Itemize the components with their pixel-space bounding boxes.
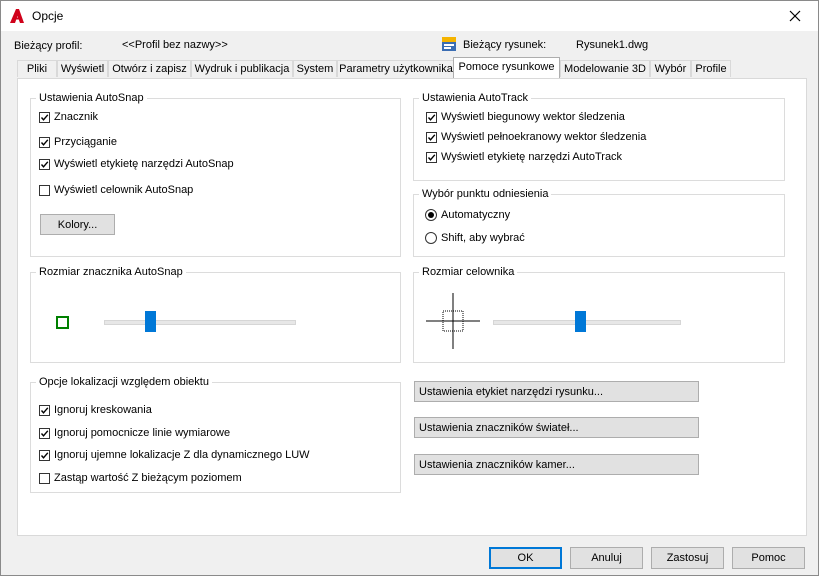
checkbox-label: Ignoruj ujemne lokalizacje Z dla dynamic… [54, 449, 310, 461]
marker-size-group-title: Rozmiar znacznika AutoSnap [39, 266, 183, 278]
checkbox-box[interactable] [39, 184, 50, 196]
checkbox-box[interactable] [39, 111, 50, 123]
marker-preview [56, 316, 69, 329]
checkbox-label: Ignoruj kreskowania [54, 404, 152, 416]
tab-wyswietl[interactable]: Wyświetl [57, 60, 108, 77]
window-title: Opcje [32, 9, 64, 23]
point-selection-group-title: Wybór punktu odniesienia [422, 188, 549, 200]
checkbox-ignore-negative-z[interactable]: Ignoruj ujemne lokalizacje Z dla dynamic… [39, 449, 310, 461]
radio-selected-dot [428, 212, 434, 218]
checkbox-ignore-extension-lines[interactable]: Ignoruj pomocnicze linie wymiarowe [39, 427, 230, 439]
autosnap-group-title: Ustawienia AutoSnap [39, 92, 144, 104]
checkbox-label: Ignoruj pomocnicze linie wymiarowe [54, 427, 231, 439]
tab-wydruk-i-publikacja[interactable]: Wydruk i publikacja [191, 60, 293, 77]
tab-system[interactable]: System [293, 60, 337, 77]
checkbox-label: Zastąp wartość Z bieżącym poziomem [54, 472, 242, 484]
checkbox-box[interactable] [39, 158, 50, 170]
slider-thumb[interactable] [145, 311, 156, 332]
tab-wybor[interactable]: Wybór [650, 60, 691, 77]
tab-otworz-i-zapisz[interactable]: Otwórz i zapisz [108, 60, 191, 77]
checkbox-ignore-hatch[interactable]: Ignoruj kreskowania [39, 404, 152, 416]
radio-button[interactable] [425, 232, 437, 244]
checkmark-icon [40, 406, 49, 414]
help-button[interactable]: Pomoc [732, 547, 805, 569]
tab-profile[interactable]: Profile [691, 60, 731, 77]
tab-parametry-uzytkownika[interactable]: Parametry użytkownika [337, 60, 455, 77]
close-icon [789, 10, 801, 22]
tab-panel-pomoce-rysunkowe: Ustawienia AutoSnap Znacznik Przyciągani… [17, 78, 807, 536]
slider-thumb[interactable] [575, 311, 586, 332]
checkbox-polar-tracking[interactable]: Wyświetl biegunowy wektor śledzenia [426, 111, 625, 123]
drawing-icon [442, 37, 456, 51]
close-button[interactable] [772, 1, 818, 31]
point-selection-group: Wybór punktu odniesienia [413, 188, 785, 257]
colors-button[interactable]: Kolory... [40, 214, 115, 235]
checkbox-znacznik[interactable]: Znacznik [39, 111, 98, 123]
drawing-value: Rysunek1.dwg [576, 39, 649, 51]
aperture-size-group-title: Rozmiar celownika [422, 266, 515, 278]
checkbox-label: Wyświetl biegunowy wektor śledzenia [441, 111, 625, 123]
cameras-glyph-settings-button[interactable]: Ustawienia znaczników kamer... [414, 454, 699, 475]
options-dialog: Opcje Bieżący profil: <<Profil bez nazwy… [0, 0, 819, 576]
checkmark-icon [427, 133, 436, 141]
checkbox-box[interactable] [426, 111, 437, 123]
checkbox-box[interactable] [39, 136, 50, 148]
aperture-size-slider[interactable] [493, 310, 683, 334]
radio-label: Automatyczny [441, 209, 511, 221]
ok-button[interactable]: OK [489, 547, 562, 569]
autocad-logo-icon [10, 9, 24, 23]
object-snap-group-title: Opcje lokalizacji względem obiektu [39, 376, 209, 388]
tab-modelowanie-3d[interactable]: Modelowanie 3D [560, 60, 650, 77]
checkbox-box[interactable] [426, 131, 437, 143]
radio-label: Shift, aby wybrać [441, 232, 525, 244]
checkbox-label: Wyświetl pełnoekranowy wektor śledzenia [441, 131, 647, 143]
radio-automatic[interactable]: Automatyczny [425, 209, 510, 221]
checkbox-box[interactable] [39, 427, 50, 439]
tooltip-settings-button[interactable]: Ustawienia etykiet narzędzi rysunku... [414, 381, 699, 402]
checkbox-autotrack-tooltip[interactable]: Wyświetl etykietę narzędzi AutoTrack [426, 151, 622, 163]
checkmark-icon [40, 429, 49, 437]
checkbox-label: Przyciąganie [54, 136, 117, 148]
checkbox-label: Wyświetl etykietę narzędzi AutoSnap [54, 158, 234, 170]
aperture-preview-icon [426, 293, 480, 349]
checkmark-icon [427, 113, 436, 121]
slider-track[interactable] [104, 320, 296, 325]
checkmark-icon [427, 153, 436, 161]
checkbox-box[interactable] [39, 404, 50, 416]
autotrack-group-title: Ustawienia AutoTrack [422, 92, 528, 104]
checkbox-label: Wyświetl etykietę narzędzi AutoTrack [441, 151, 623, 163]
checkbox-fullscreen-tracking[interactable]: Wyświetl pełnoekranowy wektor śledzenia [426, 131, 646, 143]
checkbox-box[interactable] [39, 472, 50, 484]
tab-pomoce-rysunkowe[interactable]: Pomoce rysunkowe [453, 57, 560, 78]
checkbox-replace-z[interactable]: Zastąp wartość Z bieżącym poziomem [39, 472, 242, 484]
lights-glyph-settings-button[interactable]: Ustawienia znaczników świateł... [414, 417, 699, 438]
radio-button[interactable] [425, 209, 437, 221]
checkbox-box[interactable] [39, 449, 50, 461]
profile-value: <<Profil bez nazwy>> [122, 39, 228, 51]
radio-shift[interactable]: Shift, aby wybrać [425, 232, 525, 244]
checkbox-autosnap-tooltip[interactable]: Wyświetl etykietę narzędzi AutoSnap [39, 158, 234, 170]
checkbox-box[interactable] [426, 151, 437, 163]
title-bar[interactable]: Opcje [1, 1, 818, 31]
tab-pliki[interactable]: Pliki [17, 60, 57, 77]
checkbox-autosnap-aperture[interactable]: Wyświetl celownik AutoSnap [39, 184, 193, 196]
checkmark-icon [40, 138, 49, 146]
checkbox-label: Znacznik [54, 111, 99, 123]
apply-button[interactable]: Zastosuj [651, 547, 724, 569]
drawing-label: Bieżący rysunek: [463, 39, 547, 51]
checkmark-icon [40, 113, 49, 121]
marker-size-slider[interactable] [104, 310, 296, 334]
profile-label: Bieżący profil: [14, 40, 83, 52]
checkbox-label: Wyświetl celownik AutoSnap [54, 184, 194, 196]
checkbox-przyciaganie[interactable]: Przyciąganie [39, 136, 117, 148]
cancel-button[interactable]: Anuluj [570, 547, 643, 569]
checkmark-icon [40, 160, 49, 168]
checkmark-icon [40, 451, 49, 459]
slider-track[interactable] [493, 320, 681, 325]
